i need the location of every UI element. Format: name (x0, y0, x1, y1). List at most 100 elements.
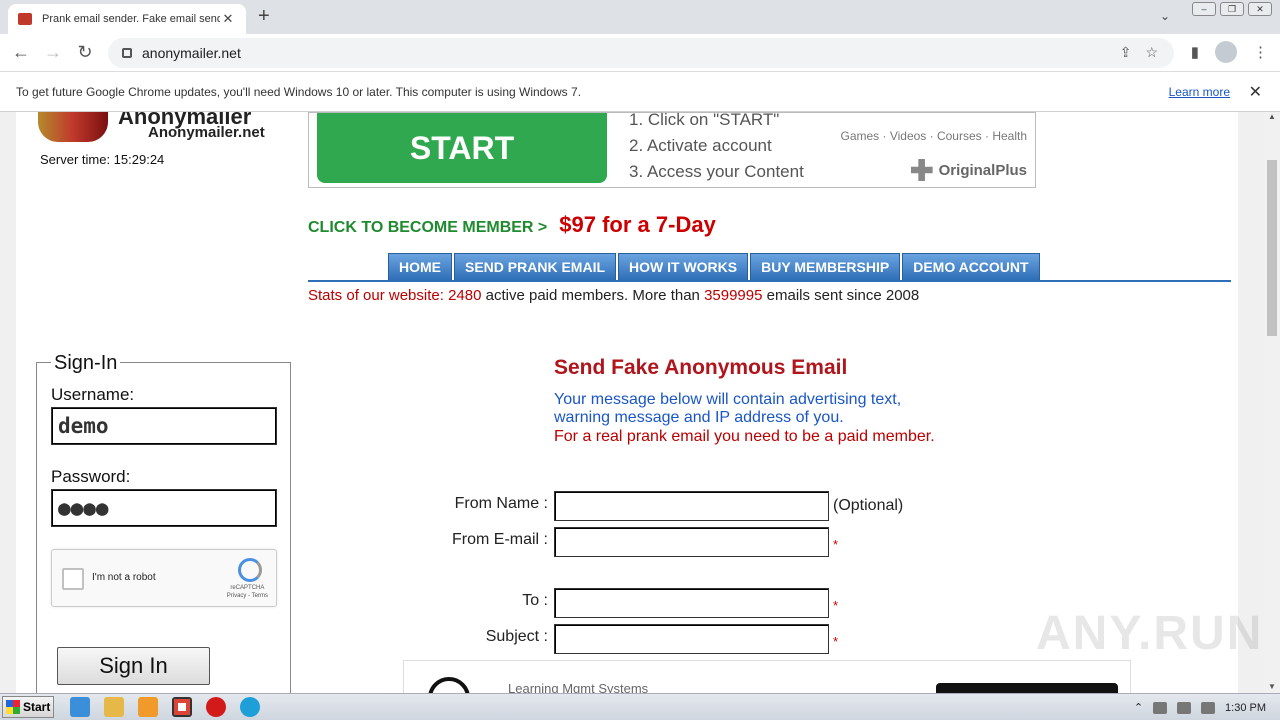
tab-search-chevron-icon[interactable]: ⌄ (1160, 9, 1170, 23)
tab-strip: Prank email sender. Fake email sender ✕ … (0, 0, 1280, 34)
nav-home[interactable]: HOME (388, 253, 452, 281)
required-mark: * (833, 537, 839, 552)
clock[interactable]: 1:30 PM (1225, 702, 1266, 714)
stats-emails-text: emails sent since 2008 (766, 287, 920, 304)
new-tab-button[interactable]: + (258, 5, 270, 28)
logo-emblem-icon (38, 112, 108, 142)
to-label: To : (522, 592, 548, 609)
windows-logo-icon (6, 700, 20, 714)
opera-icon[interactable] (206, 697, 226, 717)
password-label: Password: (51, 467, 131, 486)
menu-kebab-icon[interactable]: ⋮ (1253, 43, 1268, 61)
ad-categories: Games · Videos · Courses · Health (840, 129, 1027, 143)
main-nav: HOME SEND PRANK EMAIL HOW IT WORKS BUY M… (388, 253, 1040, 281)
page-scrollbar[interactable]: ▲ ▼ (1264, 112, 1280, 693)
cta-text[interactable]: CLICK TO BECOME MEMBER > (308, 219, 547, 237)
form-notice: Your message below will contain advertis… (554, 391, 901, 427)
taskbar-apps (70, 697, 260, 717)
recaptcha-label: I'm not a robot (92, 572, 156, 583)
volume-icon[interactable] (1153, 701, 1168, 714)
browser-toolbar: ← → ↻ anonymailer.net ⇪ ☆ ▮ ⋮ (0, 34, 1280, 72)
to-input[interactable] (554, 588, 829, 618)
edge-icon[interactable] (240, 697, 260, 717)
tray-expand-icon[interactable]: ⌃ (1134, 701, 1143, 714)
stats-members-text: active paid members. More than (485, 287, 700, 304)
file-explorer-icon[interactable] (104, 697, 124, 717)
profile-avatar-icon[interactable] (1215, 41, 1237, 63)
stats-members: 2480 (448, 287, 482, 304)
site-favicon-icon (18, 13, 32, 25)
stats-label: Stats of our website: (308, 287, 444, 304)
learn-more-link[interactable]: Learn more (1169, 85, 1230, 99)
form-notice-line: Your message below will contain advertis… (554, 391, 902, 408)
url-text: anonymailer.net (142, 45, 241, 61)
scroll-up-arrow-icon[interactable]: ▲ (1268, 112, 1276, 121)
from-name-input[interactable] (554, 491, 829, 521)
scroll-down-arrow-icon[interactable]: ▼ (1268, 682, 1276, 691)
stats-emails: 3599995 (704, 287, 763, 304)
media-player-icon[interactable] (138, 697, 158, 717)
reload-icon[interactable]: ↻ (74, 42, 96, 63)
share-icon[interactable]: ⇪ (1120, 44, 1132, 61)
address-bar[interactable]: anonymailer.net ⇪ ☆ (108, 38, 1174, 68)
top-advertisement[interactable]: START 1. Click on "START" 2. Activate ac… (308, 112, 1036, 188)
ad-step: 3. Access your Content (629, 162, 804, 181)
bookmark-star-icon[interactable]: ☆ (1145, 44, 1158, 61)
action-center-flag-icon[interactable] (1201, 701, 1216, 714)
anyrun-watermark: ANY.RUN (1036, 607, 1264, 660)
bottom-ad-button[interactable] (936, 683, 1118, 693)
chrome-icon[interactable] (172, 697, 192, 717)
minimize-button[interactable]: – (1192, 2, 1216, 16)
ad-circle-logo-icon (428, 677, 470, 693)
ad-start-button[interactable]: START (317, 113, 607, 183)
from-email-input[interactable] (554, 527, 829, 557)
forward-arrow-icon[interactable]: → (42, 42, 64, 63)
nav-how-it-works[interactable]: HOW IT WORKS (618, 253, 749, 281)
close-window-button[interactable]: ✕ (1248, 2, 1272, 16)
form-heading: Send Fake Anonymous Email (554, 356, 848, 379)
tab-title: Prank email sender. Fake email sender (42, 13, 220, 25)
site-logo[interactable]: Anonymailer Anonymailer.net (38, 112, 268, 142)
from-name-label: From Name : (454, 495, 548, 512)
required-mark: * (833, 634, 839, 649)
update-infobar: To get future Google Chrome updates, you… (0, 72, 1280, 112)
start-label: Start (23, 700, 51, 714)
scrollbar-thumb[interactable] (1267, 160, 1277, 336)
bottom-advertisement[interactable]: Learning Mgmt Systems (403, 660, 1131, 693)
from-name-row: From Name : (Optional) (16, 491, 1238, 521)
from-email-row: From E-mail : * (16, 527, 1238, 557)
nav-buy-membership[interactable]: BUY MEMBERSHIP (750, 253, 901, 281)
logo-domain-text: Anonymailer.net (148, 124, 265, 141)
side-panel-icon[interactable]: ▮ (1191, 43, 1199, 61)
gamepad-icon (910, 159, 933, 181)
recaptcha-checkbox[interactable] (62, 568, 84, 590)
ad-step: 2. Activate account (629, 136, 772, 155)
restore-button[interactable]: ❐ (1220, 2, 1244, 16)
start-button[interactable]: Start (2, 696, 54, 718)
ad-brand-name: OriginalPlus (938, 161, 1027, 179)
internet-explorer-icon[interactable] (70, 697, 90, 717)
browser-tab[interactable]: Prank email sender. Fake email sender ✕ (8, 4, 246, 34)
infobar-close-icon[interactable]: ✕ (1249, 82, 1262, 102)
signin-legend: Sign-In (51, 352, 121, 375)
ad-brand: OriginalPlus (910, 159, 1027, 181)
subject-input[interactable] (554, 624, 829, 654)
form-notice-line: warning message and IP address of you. (554, 409, 844, 426)
lock-icon (122, 48, 132, 58)
username-label: Username: (51, 385, 135, 404)
tab-close-icon[interactable]: ✕ (220, 11, 236, 27)
username-input[interactable]: demo (51, 407, 277, 445)
nav-demo-account[interactable]: DEMO ACCOUNT (902, 253, 1040, 281)
ad-steps: 1. Click on "START" 2. Activate account … (629, 112, 804, 185)
nav-send-prank-email[interactable]: SEND PRANK EMAIL (454, 253, 617, 281)
back-arrow-icon[interactable]: ← (10, 42, 32, 63)
recaptcha-logo-icon (238, 558, 262, 582)
taskbar: Start ⌃ 1:30 PM (0, 693, 1280, 720)
membership-cta[interactable]: CLICK TO BECOME MEMBER > $97 for a 7-Day (308, 212, 716, 238)
cta-price[interactable]: $97 for a 7-Day (559, 212, 716, 238)
ad-step: 1. Click on "START" (629, 112, 780, 129)
infobar-message: To get future Google Chrome updates, you… (16, 84, 582, 99)
network-icon[interactable] (1177, 701, 1192, 714)
bottom-ad-text: Learning Mgmt Systems (508, 681, 649, 693)
from-name-note: (Optional) (833, 497, 904, 514)
